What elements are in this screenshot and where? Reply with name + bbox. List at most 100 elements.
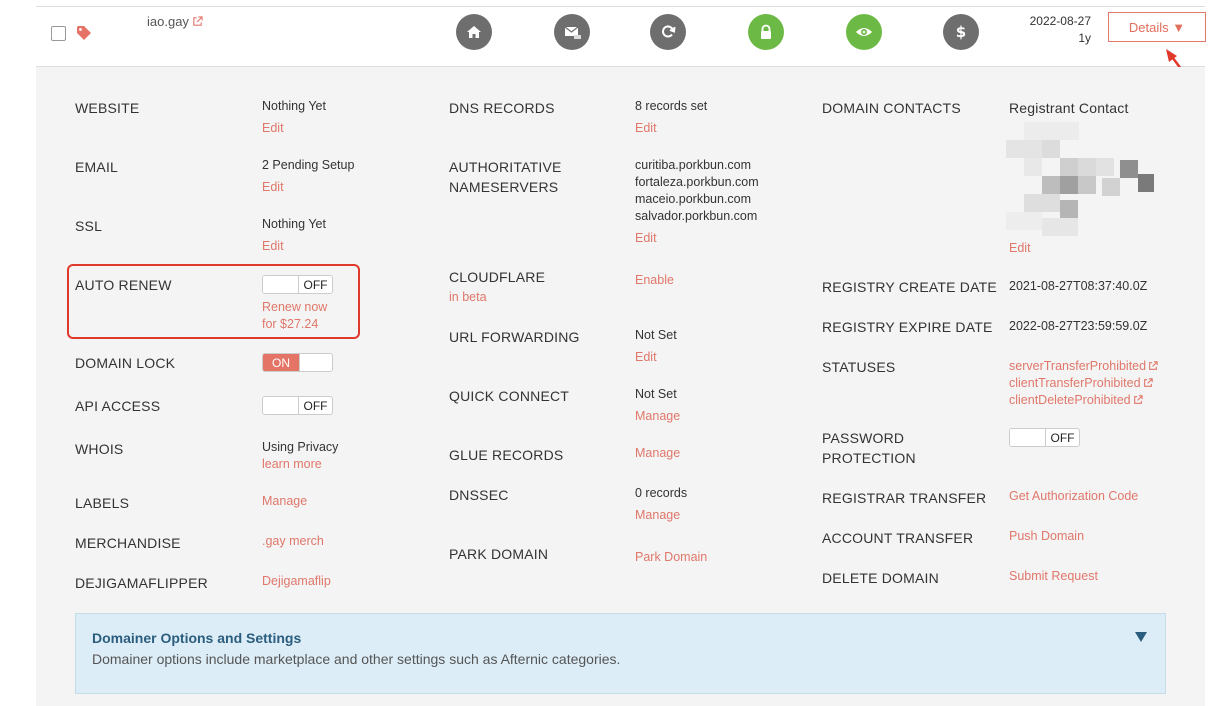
account-transfer-label: ACCOUNT TRANSFER [822, 530, 974, 546]
password-protection-label-1: PASSWORD [822, 430, 905, 446]
dnssec-label: DNSSEC [449, 487, 509, 503]
ssl-edit-link[interactable]: Edit [262, 238, 284, 255]
registrar-transfer-label: REGISTRAR TRANSFER [822, 490, 987, 506]
expiry-date: 2022-08-27 1y [1016, 13, 1091, 47]
api-access-toggle[interactable]: OFF [262, 396, 333, 415]
cloudflare-beta-note: in beta [449, 290, 487, 304]
dns-records-label: DNS RECORDS [449, 100, 555, 116]
dns-edit-link[interactable]: Edit [635, 120, 657, 137]
dns-records-value: 8 records set [635, 99, 708, 113]
nameserver-4: salvador.porkbun.com [635, 209, 758, 223]
tag-icon[interactable] [76, 25, 92, 41]
domain-name-link[interactable]: iao.gay [147, 14, 203, 29]
nameservers-label-1: AUTHORITATIVE [449, 159, 562, 175]
status-link-2[interactable]: clientTransferProhibited [1009, 375, 1153, 392]
get-authorization-code-link[interactable]: Get Authorization Code [1009, 488, 1138, 505]
expire-date-value: 2022-08-27T23:59:59.0Z [1009, 319, 1148, 333]
domain-contacts-label: DOMAIN CONTACTS [822, 100, 961, 116]
details-label: Details ▼ [1128, 19, 1186, 35]
whois-label: WHOIS [75, 441, 124, 457]
website-edit-link[interactable]: Edit [262, 120, 284, 137]
ssl-label: SSL [75, 218, 103, 234]
toggle-state: OFF [1050, 430, 1075, 445]
external-link-icon[interactable] [192, 16, 203, 27]
dnssec-value: 0 records [635, 486, 688, 500]
push-domain-link[interactable]: Push Domain [1009, 528, 1084, 545]
park-domain-link[interactable]: Park Domain [635, 549, 707, 566]
status-link-3[interactable]: clientDeleteProhibited [1009, 392, 1143, 409]
domainer-options-section[interactable]: Domainer Options and Settings Domainer o… [75, 613, 1166, 694]
dejigamaflip-link[interactable]: Dejigamaflip [262, 573, 331, 590]
quick-connect-label: QUICK CONNECT [449, 388, 570, 404]
status-text[interactable]: serverTransferProhibited [1009, 359, 1146, 373]
domain-name[interactable]: iao.gay [147, 14, 189, 29]
toggle-knob [263, 397, 299, 414]
avatar [1006, 122, 1154, 236]
nameserver-1: curitiba.porkbun.com [635, 158, 752, 172]
annotation-highlight-box [67, 264, 360, 339]
website-label: WEBSITE [75, 100, 140, 116]
url-forwarding-value: Not Set [635, 328, 677, 342]
domainer-options-title[interactable]: Domainer Options and Settings [92, 630, 301, 646]
domain-row: iao.gay $ 2022-08-27 1y Details ▼ [36, 6, 1206, 67]
contacts-edit-link[interactable]: Edit [1009, 240, 1031, 257]
refresh-icon[interactable] [650, 14, 686, 50]
toggle-state: ON [263, 354, 299, 371]
api-access-label: API ACCESS [75, 398, 161, 414]
create-date-value: 2021-08-27T08:37:40.0Z [1009, 279, 1148, 293]
email-label: EMAIL [75, 159, 119, 175]
submit-request-link[interactable]: Submit Request [1009, 568, 1098, 585]
url-forwarding-edit-link[interactable]: Edit [635, 349, 657, 366]
website-value: Nothing Yet [262, 99, 326, 113]
cloudflare-label: CLOUDFLARE [449, 269, 546, 285]
domain-lock-toggle[interactable]: ON [262, 353, 333, 372]
domain-select-checkbox[interactable] [51, 26, 66, 41]
glue-records-manage-link[interactable]: Manage [635, 445, 680, 462]
url-forwarding-label: URL FORWARDING [449, 329, 580, 345]
domain-lock-label: DOMAIN LOCK [75, 355, 176, 371]
registrant-contact-label: Registrant Contact [1009, 100, 1129, 116]
domainer-options-description: Domainer options include marketplace and… [92, 651, 621, 667]
statuses-label: STATUSES [822, 359, 896, 375]
quick-connect-manage-link[interactable]: Manage [635, 408, 680, 425]
delete-domain-label: DELETE DOMAIN [822, 570, 939, 586]
expiry-date-value: 2022-08-27 [1029, 14, 1091, 28]
whois-learn-more-link[interactable]: learn more [262, 456, 322, 473]
expand-triangle-icon[interactable] [1135, 632, 1147, 642]
email-edit-link[interactable]: Edit [262, 179, 284, 196]
password-protection-toggle[interactable]: OFF [1009, 428, 1080, 447]
details-button[interactable]: Details ▼ [1108, 12, 1206, 42]
labels-label: LABELS [75, 495, 130, 511]
term-value: 1y [1078, 31, 1091, 45]
external-link-icon[interactable] [1133, 395, 1143, 405]
email-value: 2 Pending Setup [262, 158, 355, 172]
status-link-1[interactable]: serverTransferProhibited [1009, 358, 1158, 375]
merchandise-link[interactable]: .gay merch [262, 533, 324, 550]
external-link-icon[interactable] [1143, 378, 1153, 388]
toggle-knob [299, 354, 332, 371]
ssl-value: Nothing Yet [262, 217, 326, 231]
expire-date-label: REGISTRY EXPIRE DATE [822, 319, 993, 335]
password-protection-label-2: PROTECTION [822, 450, 916, 466]
nameserver-2: fortaleza.porkbun.com [635, 175, 759, 189]
eye-icon[interactable] [846, 14, 882, 50]
dnssec-manage-link[interactable]: Manage [635, 507, 680, 524]
status-text[interactable]: clientTransferProhibited [1009, 376, 1141, 390]
dollar-icon[interactable]: $ [943, 14, 979, 50]
cloudflare-enable-link[interactable]: Enable [635, 272, 674, 289]
merchandise-label: MERCHANDISE [75, 535, 181, 551]
quick-connect-value: Not Set [635, 387, 677, 401]
create-date-label: REGISTRY CREATE DATE [822, 279, 997, 295]
nameservers-edit-link[interactable]: Edit [635, 230, 657, 247]
external-link-icon[interactable] [1148, 361, 1158, 371]
lock-icon[interactable] [748, 14, 784, 50]
status-text[interactable]: clientDeleteProhibited [1009, 393, 1131, 407]
dejigamaflipper-label: DEJIGAMAFLIPPER [75, 575, 208, 591]
toggle-state: OFF [303, 398, 328, 413]
home-icon[interactable] [456, 14, 492, 50]
toggle-knob [1010, 429, 1046, 446]
labels-manage-link[interactable]: Manage [262, 493, 307, 510]
nameservers-label-2: NAMESERVERS [449, 179, 559, 195]
email-forward-icon[interactable] [554, 14, 590, 50]
nameserver-3: maceio.porkbun.com [635, 192, 752, 206]
